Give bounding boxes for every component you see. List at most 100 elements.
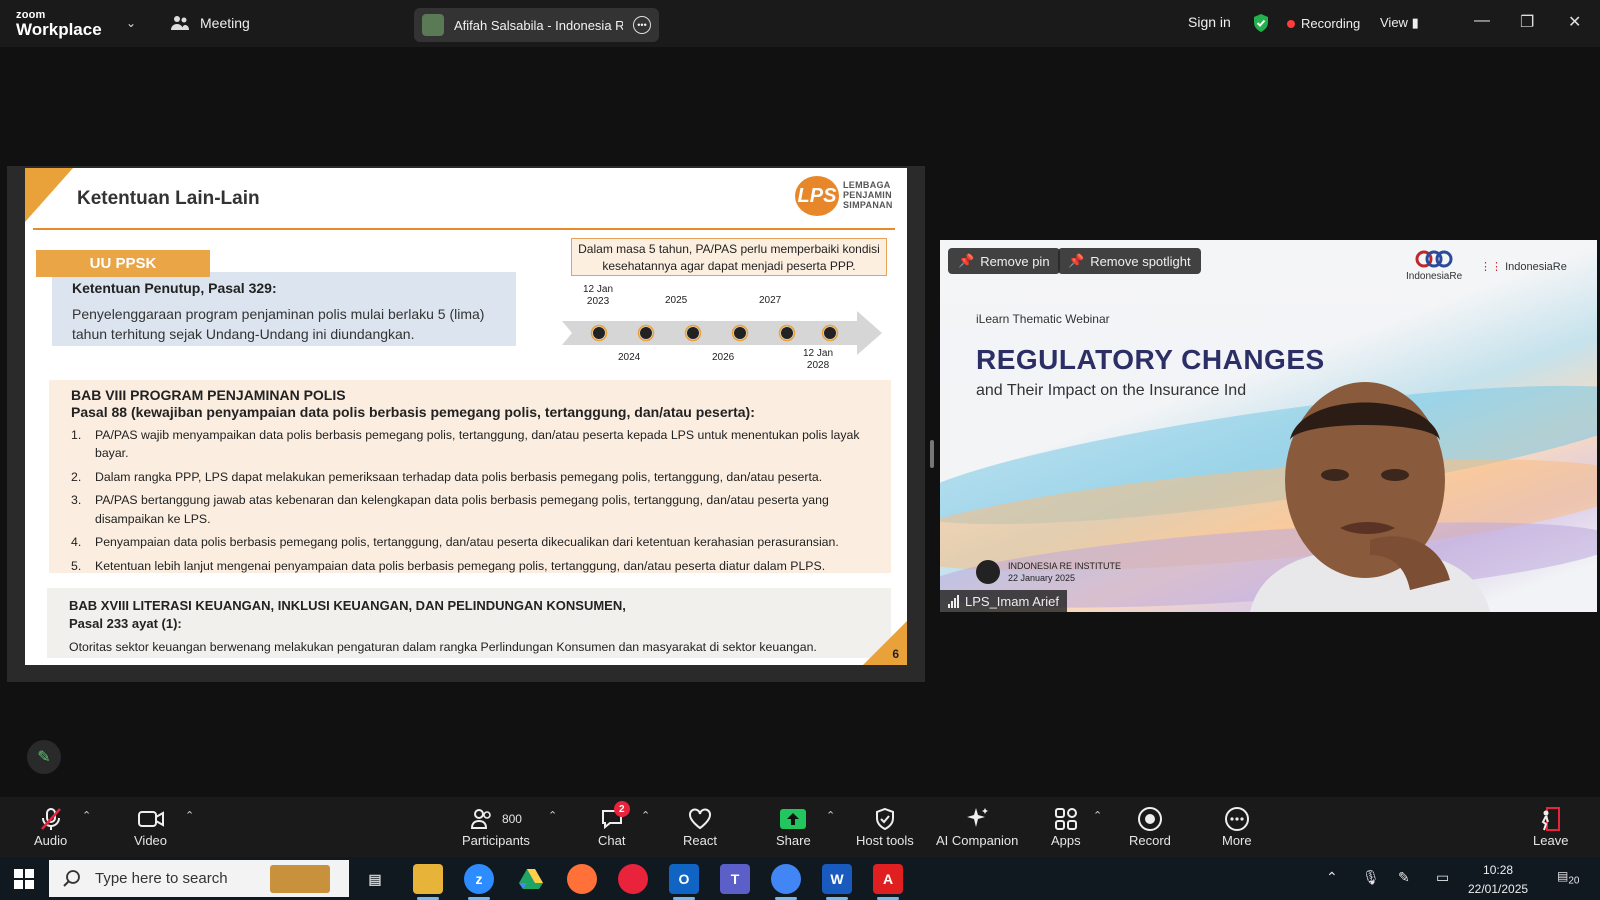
minimize-icon[interactable]: — (1474, 12, 1490, 30)
lps-logo-text: LEMBAGA PENJAMIN SIMPANAN (843, 180, 893, 211)
bab-xviii-subheading: Pasal 233 ayat (1): (69, 616, 182, 631)
windows-start-icon[interactable] (14, 869, 34, 889)
brand-line2: Workplace (16, 20, 102, 39)
ai-companion-button[interactable]: AI Companion (936, 805, 1018, 848)
indonesiare-institute-logo: ⋮⋮ IndonesiaRe (1480, 260, 1567, 273)
pen-tray-icon[interactable]: ✎ (1398, 869, 1410, 886)
security-shield-icon[interactable] (1252, 13, 1270, 33)
chat-unread-badge: 2 (613, 801, 630, 817)
audio-button[interactable]: Audio (34, 805, 67, 848)
audio-label: Audio (34, 833, 68, 848)
pasal-heading: Ketentuan Penutup, Pasal 329: (72, 280, 277, 296)
more-dots-icon (1224, 805, 1250, 833)
microphone-tray-icon[interactable]: 🎙 (1362, 869, 1380, 886)
list-number: 3. (71, 493, 82, 508)
audio-options-caret-icon[interactable]: ⌃ (82, 809, 91, 822)
bab-viii-list: 1. PA/PAS wajib menyampaikan data polis b… (71, 426, 869, 575)
remove-spotlight-label: Remove spotlight (1090, 253, 1191, 269)
record-button[interactable]: Record (1129, 805, 1171, 848)
list-number: 1. (71, 428, 82, 442)
remove-spotlight-button[interactable]: 📌 Remove spotlight (1058, 248, 1201, 274)
teams-icon[interactable]: T (720, 864, 750, 894)
video-button[interactable]: Video (134, 805, 167, 848)
view-menu[interactable]: View ▮ (1380, 15, 1419, 31)
chat-icon: 2 (600, 801, 630, 833)
word-icon[interactable]: W (822, 864, 852, 900)
more-label: More (1222, 833, 1252, 848)
zoom-window: zoom Workplace ⌄ Meeting Afifah Salsabil… (0, 0, 1600, 900)
timeline-label: 2027 (759, 295, 782, 306)
participants-icon-group: 800 (470, 805, 522, 833)
sparkle-icon (964, 805, 990, 833)
apps-button[interactable]: Apps (1051, 805, 1081, 848)
chrome-icon[interactable] (771, 864, 801, 900)
host-tools-button[interactable]: Host tools (856, 805, 914, 848)
tray-overflow-icon[interactable]: ⌃ (1326, 869, 1338, 886)
notification-count: 20 (1568, 875, 1580, 887)
share-caret-icon[interactable]: ⌃ (826, 809, 835, 822)
outlook-icon[interactable]: O (669, 864, 699, 900)
list-item: 4. Penyampaian data polis berbasis pemega… (71, 533, 869, 551)
share-screen-icon (779, 805, 807, 833)
sign-in-link[interactable]: Sign in (1188, 14, 1231, 30)
chat-caret-icon[interactable]: ⌃ (641, 809, 650, 822)
meeting-menu[interactable]: Meeting (170, 15, 250, 31)
slide-corner-decoration (25, 168, 73, 222)
chat-button[interactable]: 2 Chat (598, 801, 630, 848)
participants-button[interactable]: 800 Participants (462, 805, 530, 848)
transition-note: Dalam masa 5 tahun, PA/PAS perlu memperb… (571, 238, 887, 276)
recording-indicator[interactable]: Recording (1287, 16, 1360, 31)
restore-icon[interactable]: ❐ (1520, 12, 1534, 32)
chat-label: Chat (598, 833, 626, 848)
apps-grid-icon (1054, 805, 1078, 833)
share-button[interactable]: Share (776, 805, 811, 848)
search-icon (63, 869, 80, 887)
list-item: 1. PA/PAS wajib menyampaikan data polis b… (71, 426, 869, 463)
notification-center-icon[interactable]: ▤20 (1557, 869, 1579, 886)
firefox-icon[interactable] (567, 864, 597, 894)
participants-count: 800 (501, 812, 522, 826)
meeting-label: Meeting (200, 15, 250, 31)
participants-icon (470, 809, 491, 829)
title-divider (33, 228, 895, 230)
list-item: 5. Ketentuan lebih lanjut mengenai penyam… (71, 557, 869, 575)
list-number: 4. (71, 535, 82, 550)
webinar-headline: REGULATORY CHANGES (976, 344, 1325, 375)
signal-strength-icon (948, 594, 959, 608)
video-tile[interactable]: 📌 Remove pin 📌 Remove spotlight IndonesiaR… (940, 240, 1597, 612)
pasal-329-box: Ketentuan Penutup, Pasal 329: Penyelengg… (52, 272, 516, 346)
annotate-pencil-icon[interactable]: ✎ (27, 740, 61, 774)
video-options-caret-icon[interactable]: ⌃ (185, 809, 194, 822)
taskbar-search-box[interactable]: Type here to search (49, 860, 349, 897)
participants-caret-icon[interactable]: ⌃ (548, 809, 557, 822)
close-icon[interactable]: ✕ (1568, 12, 1581, 32)
lps-logo-line: SIMPANAN (843, 199, 893, 210)
leave-button[interactable]: Leave (1533, 805, 1568, 848)
list-text: Penyampaian data polis berbasis pemegang… (95, 535, 839, 550)
apps-caret-icon[interactable]: ⌃ (1093, 809, 1102, 822)
page-number: 6 (892, 647, 899, 661)
display-tray-icon[interactable]: ▭ (1436, 869, 1449, 886)
chevron-down-icon[interactable]: ⌄ (126, 16, 136, 30)
zoom-app-icon[interactable]: z (464, 864, 494, 900)
more-button[interactable]: More (1222, 805, 1252, 848)
task-view-icon[interactable]: ▤ (360, 864, 390, 894)
meeting-title-tab[interactable]: Afifah Salsabila - Indonesia Re's s ••• (414, 8, 659, 42)
list-number: 5. (71, 558, 82, 573)
react-button[interactable]: React (683, 805, 717, 848)
split-resize-handle[interactable] (930, 440, 934, 468)
file-explorer-icon[interactable] (413, 864, 443, 900)
slide-title: Ketentuan Lain-Lain (77, 188, 260, 209)
timeline-label: 2026 (712, 352, 735, 363)
security-app-icon[interactable] (618, 864, 648, 894)
google-drive-icon[interactable] (516, 864, 546, 894)
zoom-logo[interactable]: zoom Workplace (16, 10, 102, 39)
remove-pin-button[interactable]: 📌 Remove pin (948, 248, 1060, 274)
leave-door-icon (1539, 805, 1563, 833)
top-bar: zoom Workplace ⌄ Meeting Afifah Salsabil… (0, 0, 1600, 47)
more-options-icon[interactable]: ••• (633, 16, 651, 34)
bab-xviii-heading: BAB XVIII LITERASI KEUANGAN, INKLUSI KEU… (69, 598, 626, 613)
taskbar-clock[interactable]: 10:28 22/01/2025 (1468, 861, 1528, 899)
pdf-reader-icon[interactable]: A (873, 864, 903, 900)
pin-icon: 📌 (958, 253, 975, 268)
